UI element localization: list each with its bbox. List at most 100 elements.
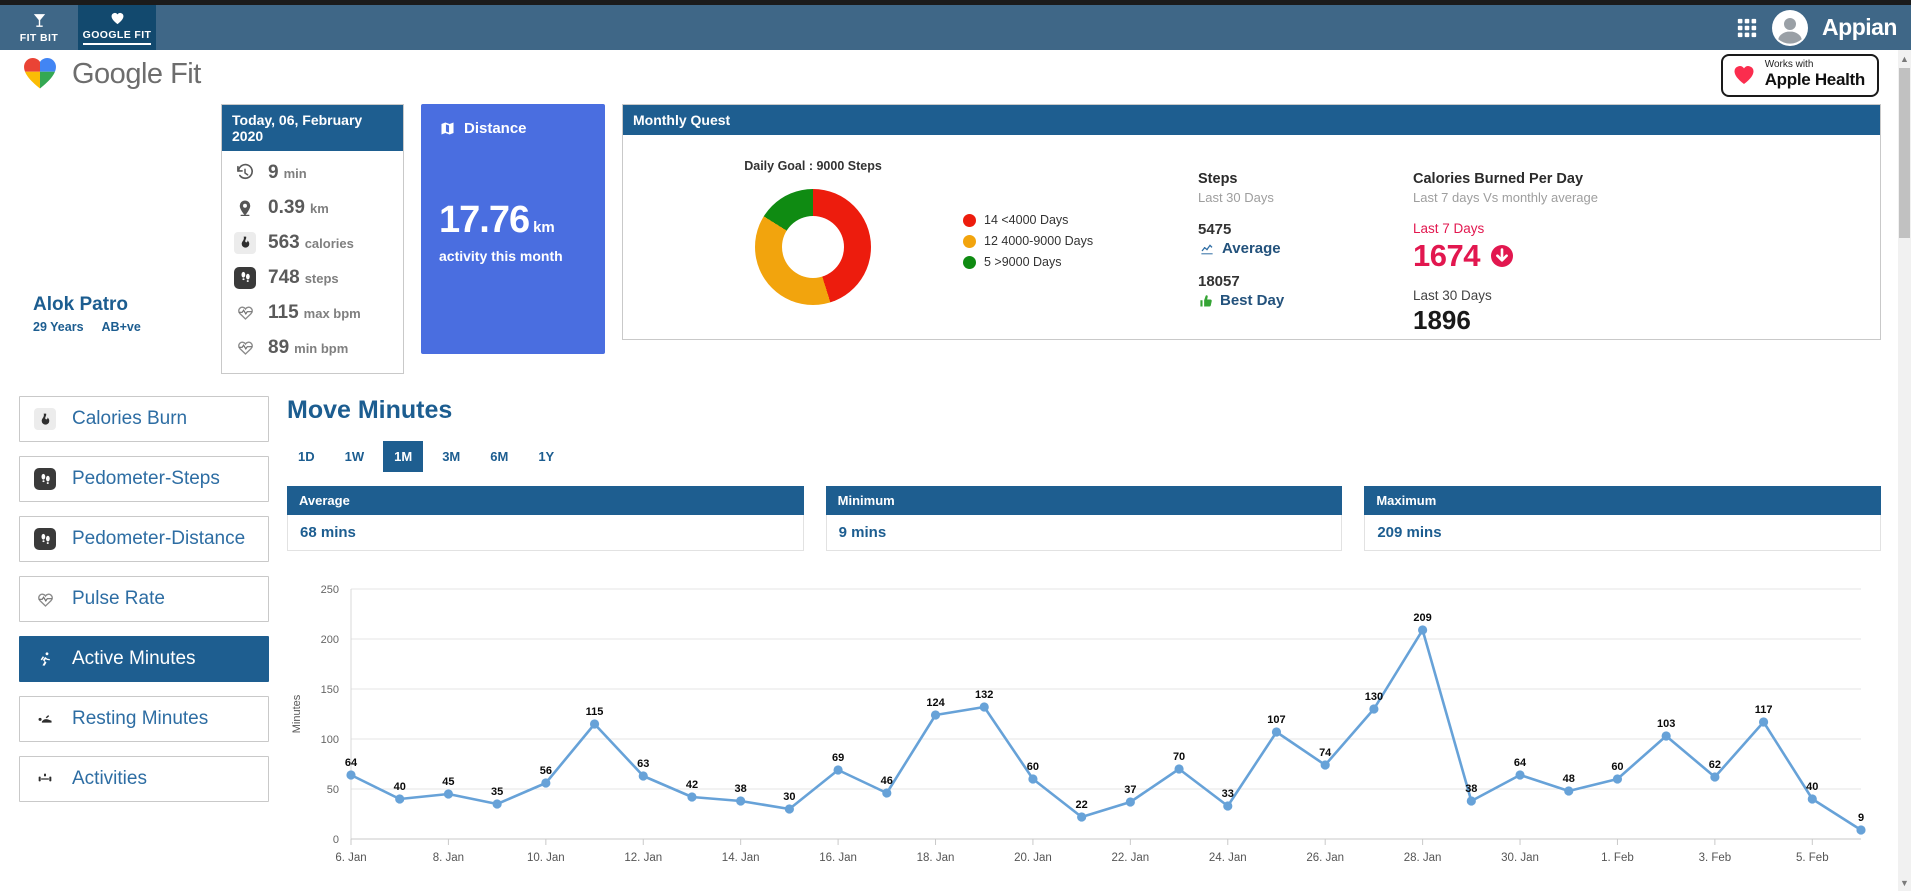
svg-text:22. Jan: 22. Jan — [1111, 852, 1149, 864]
nav-tab-fit-bit[interactable]: FIT BIT — [0, 5, 78, 50]
donut-legend-item: 12 4000-9000 Days — [963, 234, 1198, 248]
svg-text:46: 46 — [881, 775, 893, 787]
steps-average-value: 5475 — [1198, 221, 1232, 238]
today-stat-value: 9 — [268, 161, 279, 183]
today-summary-card: Today, 06, February 2020 9 min 0.39 km 563… — [221, 104, 404, 374]
svg-text:130: 130 — [1365, 691, 1383, 703]
distance-unit: km — [533, 219, 555, 236]
apps-grid-icon[interactable] — [1736, 17, 1758, 39]
steps-summary: Steps Last 30 Days 5475 Average 18057 Be… — [1198, 151, 1413, 336]
line-chart-icon — [1198, 241, 1216, 256]
donut-legend-item: 14 <4000 Days — [963, 213, 1198, 227]
scroll-thumb[interactable] — [1899, 68, 1910, 238]
steps-best-label: Best Day — [1220, 292, 1285, 309]
steps-icon — [34, 468, 56, 490]
svg-text:14. Jan: 14. Jan — [722, 852, 760, 864]
sidebar-item-active-minutes[interactable]: Active Minutes — [19, 636, 269, 682]
legend-dot-icon — [963, 213, 976, 227]
user-avatar[interactable] — [1772, 9, 1809, 46]
sidebar-item-label: Pulse Rate — [72, 588, 165, 609]
sidebar-item-calories-burn[interactable]: Calories Burn — [19, 396, 269, 442]
svg-text:12. Jan: 12. Jan — [624, 852, 662, 864]
sidebar-item-label: Activities — [72, 768, 147, 789]
page-scrollbar[interactable]: ▲ ▼ — [1898, 50, 1911, 891]
stat-panel-header: Average — [287, 486, 804, 515]
svg-text:30. Jan: 30. Jan — [1501, 852, 1539, 864]
page-title: Move Minutes — [287, 396, 453, 424]
svg-text:40: 40 — [394, 781, 406, 793]
svg-text:107: 107 — [1267, 714, 1285, 726]
range-tab-1y[interactable]: 1Y — [527, 441, 565, 472]
apple-heart-icon — [1734, 65, 1754, 84]
steps-subtitle: Last 30 Days — [1198, 190, 1274, 205]
range-tab-1d[interactable]: 1D — [287, 441, 326, 472]
svg-text:24. Jan: 24. Jan — [1209, 852, 1247, 864]
scroll-down-arrow[interactable]: ▼ — [1898, 876, 1911, 889]
sidebar-item-activities[interactable]: Activities — [19, 756, 269, 802]
svg-text:74: 74 — [1319, 747, 1332, 759]
sidebar-item-pedometer-distance[interactable]: Pedometer-Distance — [19, 516, 269, 562]
svg-text:69: 69 — [832, 752, 844, 764]
nav-tab-google-fit[interactable]: GOOGLE FIT — [78, 5, 156, 50]
distance-card-title: Distance — [464, 120, 527, 137]
badge-works-with: Works with — [1764, 59, 1814, 70]
sidebar-item-label: Calories Burn — [72, 408, 188, 429]
svg-text:60: 60 — [1027, 761, 1039, 773]
scroll-up-arrow[interactable]: ▲ — [1898, 52, 1911, 65]
range-tab-3m[interactable]: 3M — [431, 441, 471, 472]
heart-pulse-icon — [234, 302, 256, 324]
svg-text:132: 132 — [975, 689, 993, 701]
svg-text:115: 115 — [586, 706, 604, 718]
profile-overlay: Alok Patro 29 Years AB+ve — [19, 286, 204, 352]
svg-text:60: 60 — [1611, 761, 1623, 773]
heart-icon — [109, 11, 126, 26]
trend-down-icon — [1490, 244, 1514, 268]
stat-panel-value: 68 mins — [287, 515, 804, 551]
range-tab-6m[interactable]: 6M — [479, 441, 519, 472]
stat-panel-value: 9 mins — [825, 515, 1343, 551]
profile-age: 29 Years — [33, 320, 84, 334]
flame-icon — [234, 231, 256, 254]
svg-text:40: 40 — [1806, 781, 1818, 793]
history-icon — [234, 162, 256, 184]
sidebar-item-pedometer-steps[interactable]: Pedometer-Steps — [19, 456, 269, 502]
apple-health-badge: Works with Apple Health — [1720, 54, 1879, 97]
steps-average-label: Average — [1222, 240, 1281, 257]
time-range-tabs: 1D 1W 1M 3M 6M 1Y — [287, 441, 1881, 472]
donut-legend: 14 <4000 Days 12 4000-9000 Days 5 >9000 … — [963, 151, 1198, 336]
sidebar-item-pulse-rate[interactable]: Pulse Rate — [19, 576, 269, 622]
svg-text:38: 38 — [1465, 783, 1477, 795]
svg-text:100: 100 — [321, 734, 339, 746]
today-stat-value: 563 — [268, 231, 300, 253]
svg-text:30: 30 — [783, 791, 795, 803]
svg-text:1. Feb: 1. Feb — [1601, 852, 1634, 864]
today-stat-unit: max bpm — [303, 305, 361, 321]
nav-tab-label: GOOGLE FIT — [82, 29, 152, 45]
steps-title: Steps — [1198, 171, 1238, 187]
svg-text:5. Feb: 5. Feb — [1796, 852, 1829, 864]
svg-text:26. Jan: 26. Jan — [1306, 852, 1344, 864]
svg-text:56: 56 — [540, 765, 552, 777]
move-minutes-chart: 0 50 100 150 200 250 6. Jan 8. Jan 10. Jan 12. Ja… — [287, 567, 1881, 891]
today-stat-row: 9 min — [234, 155, 391, 190]
resting-icon — [34, 708, 56, 730]
today-stat-row: 115 max bpm — [234, 295, 391, 330]
badge-apple-health: Apple Health — [1764, 70, 1866, 89]
calories-last30-value: 1896 — [1413, 305, 1471, 335]
cocktail-icon — [31, 12, 48, 29]
svg-text:124: 124 — [926, 697, 945, 709]
today-card-header: Today, 06, February 2020 — [222, 105, 403, 151]
calories-summary: Calories Burned Per Day Last 7 days Vs m… — [1413, 151, 1854, 336]
range-tab-1w[interactable]: 1W — [334, 441, 376, 472]
svg-text:64: 64 — [1514, 757, 1527, 769]
svg-text:48: 48 — [1563, 773, 1575, 785]
move-minutes-line-chart: 0 50 100 150 200 250 6. Jan 8. Jan 10. Jan 12. Ja… — [291, 584, 1866, 864]
sidebar-item-resting-minutes[interactable]: Resting Minutes — [19, 696, 269, 742]
steps-icon — [234, 266, 256, 289]
today-stat-unit: km — [309, 200, 329, 216]
range-tab-1m[interactable]: 1M — [383, 441, 424, 472]
sidebar-item-label: Pedometer-Distance — [72, 528, 246, 549]
svg-text:62: 62 — [1709, 759, 1721, 771]
distance-value: 17.76 — [439, 199, 530, 241]
svg-text:200: 200 — [321, 634, 339, 646]
